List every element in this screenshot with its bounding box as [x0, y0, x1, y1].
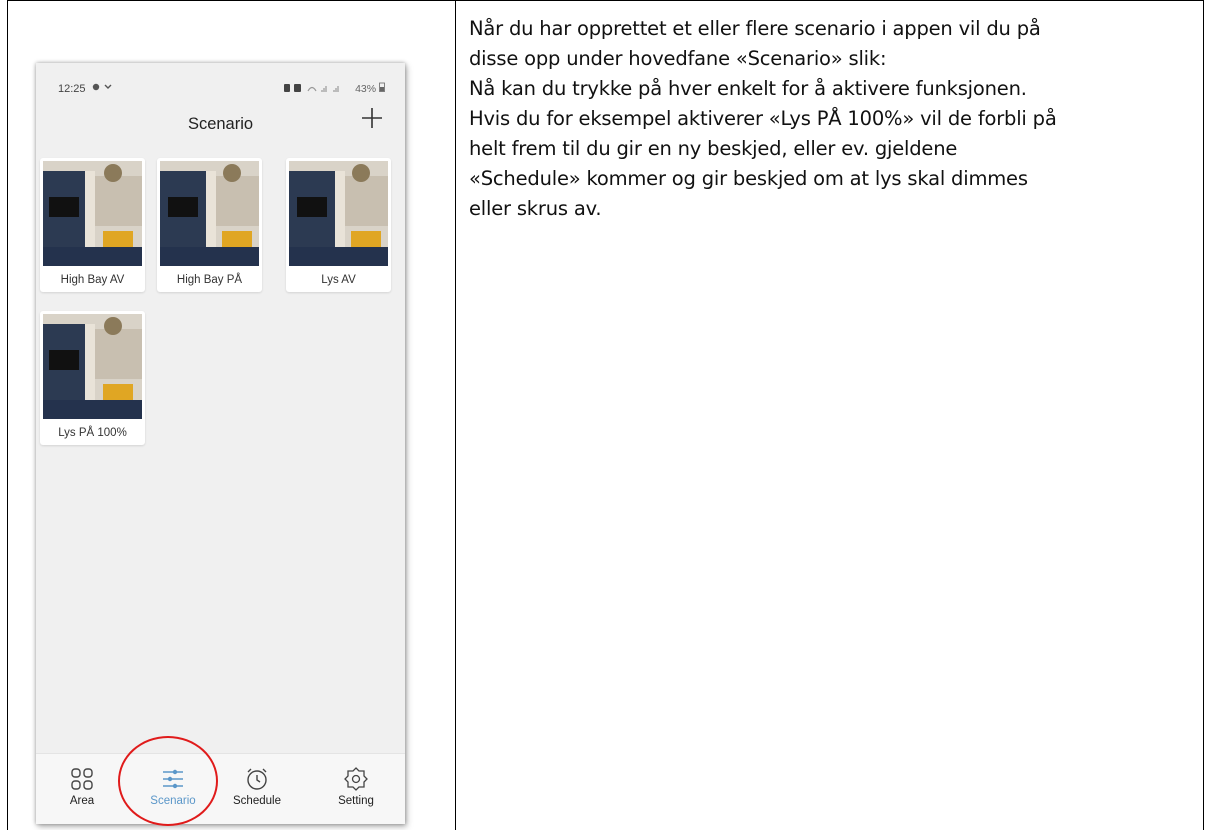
battery-icon — [379, 82, 385, 92]
scenario-card[interactable]: High Bay PÅ — [157, 158, 262, 292]
scenario-label: Lys PÅ 100% — [58, 427, 127, 439]
tab-label: Scenario — [150, 795, 196, 807]
scenario-card[interactable]: High Bay AV — [40, 158, 145, 292]
table-column-divider — [455, 0, 456, 830]
text-line: Når du har opprettet et eller flere scen… — [469, 17, 1041, 40]
grid-icon — [71, 768, 93, 790]
add-scenario-button[interactable] — [361, 105, 383, 135]
tab-area[interactable]: Area — [47, 766, 117, 807]
tab-label: Setting — [338, 795, 374, 807]
status-time: 12:25 — [58, 83, 86, 95]
page-title: Scenario — [187, 115, 254, 133]
scenario-thumbnail — [289, 161, 388, 266]
status-bar: 12:25 43% — [36, 63, 405, 109]
text-line: «Schedule» kommer og gir beskjed om at l… — [469, 167, 1028, 190]
text-line: disse opp under hovedfane «Scenario» sli… — [469, 47, 887, 70]
plus-icon — [362, 108, 382, 128]
phone-screenshot: 12:25 43% Scenario High Bay AV High Bay … — [36, 63, 405, 824]
scenario-thumbnail — [43, 314, 142, 419]
scenario-card[interactable]: Lys AV — [286, 158, 391, 292]
tab-label: Schedule — [233, 795, 281, 807]
sliders-icon — [163, 769, 183, 789]
notification-icons — [92, 82, 114, 95]
scenario-label: High Bay PÅ — [176, 274, 243, 286]
gear-icon — [344, 767, 368, 791]
tab-setting[interactable]: Setting — [321, 766, 391, 807]
scenario-card[interactable]: Lys PÅ 100% — [40, 311, 145, 445]
status-right-group: 43% — [284, 82, 385, 95]
tab-label: Area — [69, 795, 95, 807]
signal-wifi-icons — [284, 84, 339, 92]
text-line: Nå kan du trykke på hver enkelt for å ak… — [469, 77, 1027, 100]
text-line: helt frem til du gir en ny beskjed, elle… — [469, 137, 958, 160]
instruction-text: Når du har opprettet et eller flere scen… — [469, 14, 1194, 224]
scenario-thumbnail — [160, 161, 259, 266]
settings-notification-icon — [92, 83, 112, 91]
scenario-label: High Bay AV — [60, 274, 125, 286]
scenario-label: Lys AV — [321, 274, 356, 286]
battery-percent: 43% — [355, 83, 377, 95]
text-line: Hvis du for eksempel aktiverer «Lys PÅ 1… — [469, 107, 1057, 130]
scenario-thumbnail — [43, 161, 142, 266]
alarm-clock-icon — [247, 768, 267, 790]
tab-schedule[interactable]: Schedule — [222, 766, 292, 807]
text-line: eller skrus av. — [469, 197, 602, 220]
tab-scenario[interactable]: Scenario — [138, 766, 208, 807]
bottom-navigation: Area Scenario Schedule Setting — [36, 753, 405, 824]
